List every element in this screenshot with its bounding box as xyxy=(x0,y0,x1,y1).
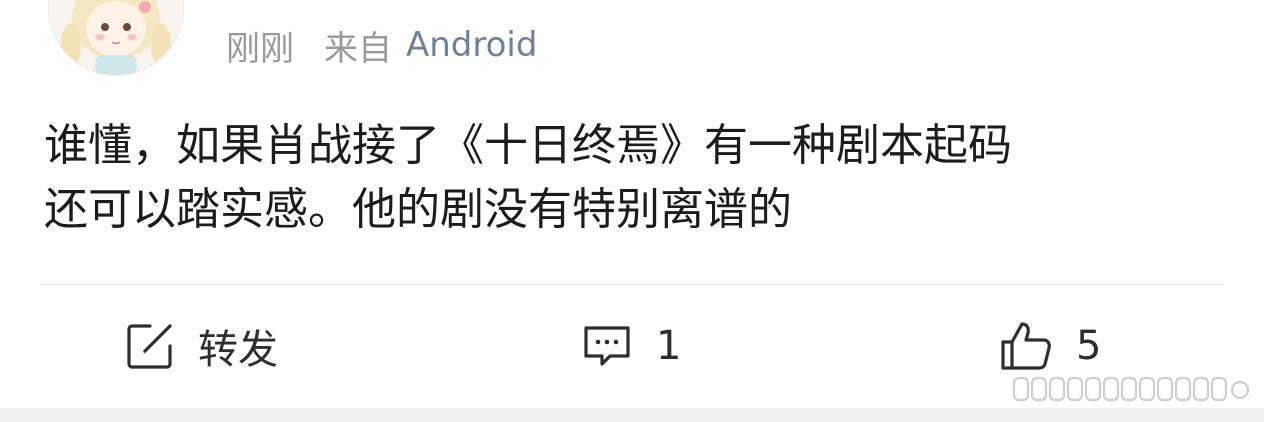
edit-square-icon xyxy=(124,320,176,372)
bottom-separator xyxy=(0,408,1264,422)
repost-button[interactable]: 转发 xyxy=(124,318,278,374)
post-content: 谁懂，如果肖战接了《十日终焉》有一种剧本起码 还可以踏实感。他的剧没有特别离谱的 xyxy=(44,114,1224,242)
comment-count: 1 xyxy=(656,323,682,369)
user-avatar[interactable] xyxy=(48,0,184,76)
anime-girl-avatar-icon xyxy=(49,0,183,75)
like-count: 5 xyxy=(1076,323,1102,369)
weibo-post-card: 刚刚 来自 Android 谁懂，如果肖战接了《十日终焉》有一种剧本起码 还可以… xyxy=(0,0,1264,422)
like-button[interactable]: 5 xyxy=(998,318,1101,374)
comment-bubble-icon xyxy=(580,320,634,372)
post-source-prefix: 来自 xyxy=(324,28,392,69)
watermark-logo-icon xyxy=(1012,372,1252,406)
thumbs-up-icon xyxy=(998,318,1054,374)
repost-label: 转发 xyxy=(198,327,278,373)
comment-button[interactable]: 1 xyxy=(580,318,681,374)
post-meta: 刚刚 来自 Android xyxy=(226,22,537,69)
post-content-line: 还可以踏实感。他的剧没有特别离谱的 xyxy=(44,184,792,235)
post-content-line: 谁懂，如果肖战接了《十日终焉》有一种剧本起码 xyxy=(44,120,1012,171)
divider xyxy=(40,284,1224,285)
post-source-device[interactable]: Android xyxy=(406,25,537,65)
post-time: 刚刚 xyxy=(226,28,294,69)
